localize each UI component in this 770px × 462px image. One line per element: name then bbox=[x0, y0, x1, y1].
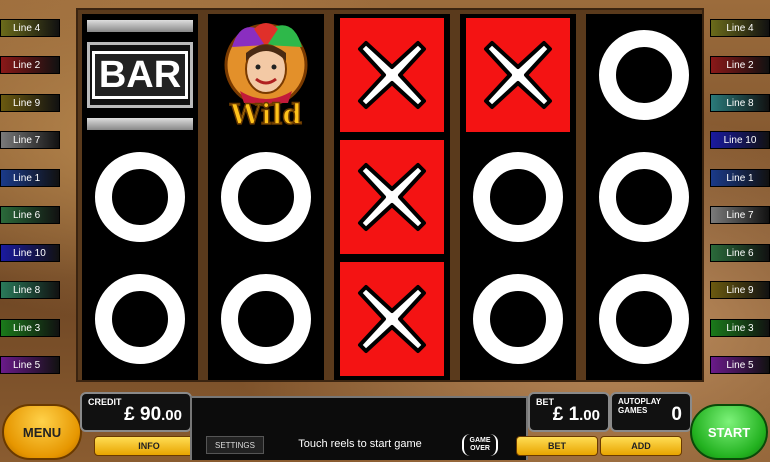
payline-tag: Line 9 bbox=[710, 281, 770, 299]
payline-tag: Line 1 bbox=[710, 169, 770, 187]
reel-cell bbox=[460, 14, 576, 136]
bar-symbol-icon: BAR bbox=[87, 20, 193, 130]
wild-symbol-text: Wild bbox=[229, 97, 302, 132]
bet-button[interactable]: BET bbox=[516, 436, 598, 456]
payline-tag: Line 6 bbox=[710, 244, 770, 262]
credit-label: CREDIT bbox=[88, 397, 122, 407]
o-symbol-icon bbox=[473, 274, 563, 364]
reel-cell bbox=[334, 136, 450, 258]
status-message: Touch reels to start game bbox=[298, 438, 422, 450]
menu-button[interactable]: MENU bbox=[2, 404, 82, 460]
reel-cell bbox=[334, 258, 450, 380]
autoplay-panel: AUTOPLAY GAMES 0 bbox=[610, 392, 692, 432]
reel-2[interactable]: Wild bbox=[208, 14, 324, 380]
o-symbol-icon bbox=[599, 274, 689, 364]
o-symbol-icon bbox=[599, 30, 689, 120]
payline-tag: Line 3 bbox=[710, 319, 770, 337]
game-over-indicator: GAME OVER bbox=[462, 434, 498, 456]
bar-symbol-text: BAR bbox=[91, 51, 189, 99]
payline-tag: Line 6 bbox=[0, 206, 60, 224]
x-symbol-icon bbox=[340, 140, 444, 254]
o-symbol-icon bbox=[599, 152, 689, 242]
reel-5[interactable] bbox=[586, 14, 702, 380]
x-symbol-icon bbox=[466, 18, 570, 132]
add-button[interactable]: ADD bbox=[600, 436, 682, 456]
payline-tag: Line 5 bbox=[710, 356, 770, 374]
reel-4[interactable] bbox=[460, 14, 576, 380]
payline-tag: Line 7 bbox=[710, 206, 770, 224]
reel-cell: BAR bbox=[82, 14, 198, 136]
reel-cell bbox=[460, 136, 576, 258]
payline-tag: Line 1 bbox=[0, 169, 60, 187]
settings-button[interactable]: SETTINGS bbox=[206, 436, 264, 454]
payline-tag: Line 2 bbox=[0, 56, 60, 74]
reel-cell bbox=[82, 136, 198, 258]
x-symbol-icon bbox=[340, 262, 444, 376]
start-button[interactable]: START bbox=[690, 404, 768, 460]
autoplay-value: 0 bbox=[671, 404, 682, 425]
payline-tag: Line 7 bbox=[0, 131, 60, 149]
reel-cell bbox=[586, 14, 702, 136]
reel-cell bbox=[586, 258, 702, 380]
reel-cell bbox=[460, 258, 576, 380]
o-symbol-icon bbox=[95, 274, 185, 364]
o-symbol-icon bbox=[221, 152, 311, 242]
reel-1[interactable]: BAR bbox=[82, 14, 198, 380]
reel-cell bbox=[208, 258, 324, 380]
reel-cell bbox=[334, 14, 450, 136]
bet-label: BET bbox=[536, 397, 554, 407]
payline-tag: Line 8 bbox=[710, 94, 770, 112]
credit-value: £ 90.00 bbox=[124, 404, 182, 425]
wild-jester-icon: Wild bbox=[210, 17, 322, 133]
o-symbol-icon bbox=[473, 152, 563, 242]
reel-3[interactable] bbox=[334, 14, 450, 380]
payline-tag: Line 4 bbox=[0, 19, 60, 37]
bet-panel: BET £ 1.00 bbox=[528, 392, 610, 432]
payline-tag: Line 10 bbox=[0, 244, 60, 262]
reel-cell bbox=[208, 136, 324, 258]
reel-cell: Wild bbox=[208, 14, 324, 136]
reel-cell bbox=[82, 258, 198, 380]
reel-area[interactable]: BAR Wild bbox=[76, 8, 704, 382]
payline-tag: Line 9 bbox=[0, 94, 60, 112]
bet-value: £ 1.00 bbox=[552, 404, 600, 425]
o-symbol-icon bbox=[95, 152, 185, 242]
o-symbol-icon bbox=[221, 274, 311, 364]
info-button[interactable]: INFO bbox=[94, 436, 204, 456]
payline-tag: Line 3 bbox=[0, 319, 60, 337]
payline-tag: Line 2 bbox=[710, 56, 770, 74]
control-bar: MENU CREDIT £ 90.00 INFO SETTINGS Touch … bbox=[0, 382, 770, 462]
payline-tag: Line 4 bbox=[710, 19, 770, 37]
payline-tag: Line 5 bbox=[0, 356, 60, 374]
payline-tag: Line 8 bbox=[0, 281, 60, 299]
reel-cell bbox=[586, 136, 702, 258]
x-symbol-icon bbox=[340, 18, 444, 132]
payline-tag: Line 10 bbox=[710, 131, 770, 149]
credit-panel: CREDIT £ 90.00 bbox=[80, 392, 192, 432]
